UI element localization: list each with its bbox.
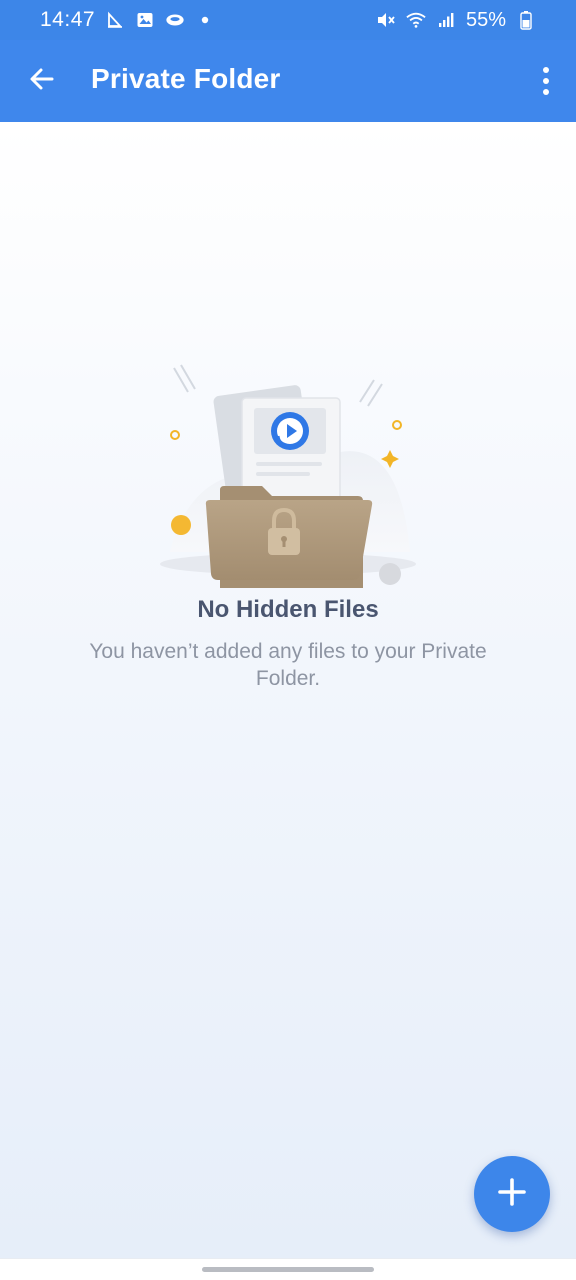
mute-icon <box>376 10 396 30</box>
add-file-button[interactable] <box>474 1156 550 1232</box>
battery-percent: 55% <box>465 8 506 31</box>
battery-icon <box>516 10 536 30</box>
sailing-icon <box>105 10 125 30</box>
status-bar: 14:47 55% <box>0 0 576 40</box>
status-time: 14:47 <box>40 8 96 31</box>
app-bar: Private Folder <box>0 40 576 122</box>
more-options-button[interactable] <box>532 61 560 101</box>
status-left: 14:47 <box>40 8 215 32</box>
empty-state-title: No Hidden Files <box>197 596 379 623</box>
wifi-icon <box>406 10 426 30</box>
back-button[interactable] <box>20 61 64 101</box>
dot-icon <box>195 10 215 30</box>
more-vertical-icon <box>543 67 549 95</box>
page-title: Private Folder <box>91 63 281 94</box>
content-area: No Hidden Files You haven’t added any fi… <box>0 122 576 1258</box>
cloud-icon <box>165 10 185 30</box>
empty-state-description: You haven’t added any files to your Priv… <box>89 640 487 690</box>
arrow-left-icon <box>28 65 56 98</box>
locked-folder-illustration <box>150 362 430 592</box>
plus-icon <box>496 1176 528 1213</box>
signal-icon <box>436 10 456 30</box>
navigation-bar <box>0 1258 576 1280</box>
home-indicator[interactable] <box>202 1267 374 1272</box>
status-right: 55% <box>376 9 536 32</box>
image-icon <box>135 10 155 30</box>
